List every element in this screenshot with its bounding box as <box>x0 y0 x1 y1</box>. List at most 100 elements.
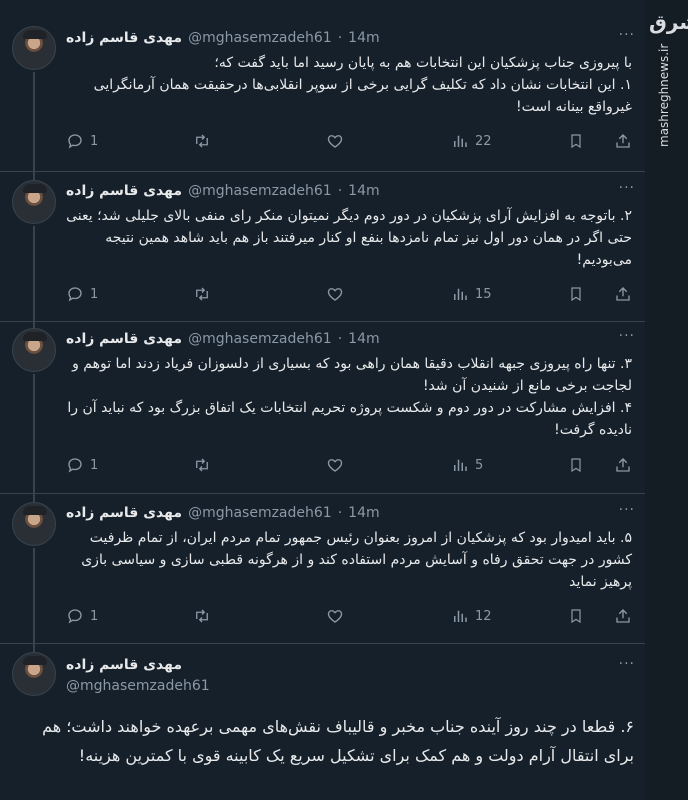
like-button[interactable] <box>326 285 344 303</box>
author-name[interactable]: مهدی قاسم زاده <box>66 657 182 673</box>
reply-icon <box>68 134 82 149</box>
separator-dot: · <box>337 331 343 347</box>
heart-icon <box>327 610 343 623</box>
avatar[interactable] <box>12 26 56 70</box>
reply-button[interactable]: 1 <box>66 456 98 474</box>
timestamp[interactable]: 14m <box>348 331 379 347</box>
reply-count: 1 <box>90 286 99 302</box>
author-name[interactable]: مهدی قاسم زاده <box>66 183 182 199</box>
reply-count: 1 <box>90 457 99 473</box>
reply-button[interactable]: 1 <box>66 285 98 303</box>
focused-tweet[interactable]: مهدی قاسم زاده @mghasemzadeh61 ··· ۶. قط… <box>0 644 645 800</box>
like-button[interactable] <box>326 607 344 625</box>
tweet-header: مهدی قاسم زاده @mghasemzadeh61 · 14m ··· <box>66 502 635 524</box>
action-bar: 1 22 <box>66 131 632 151</box>
views-icon <box>454 610 467 622</box>
author-handle[interactable]: @mghasemzadeh61 <box>188 30 332 46</box>
share-button[interactable] <box>614 607 632 625</box>
retweet-icon <box>196 287 208 301</box>
retweet-button[interactable] <box>192 132 212 150</box>
author-name[interactable]: مهدی قاسم زاده <box>66 331 182 347</box>
thread-connector <box>33 172 35 180</box>
retweet-button[interactable] <box>192 285 212 303</box>
retweet-icon <box>196 134 208 148</box>
more-options-icon[interactable]: ··· <box>619 27 635 43</box>
avatar[interactable] <box>12 180 56 224</box>
more-options-icon[interactable]: ··· <box>619 502 635 518</box>
views-icon <box>454 288 467 300</box>
thread-connector <box>33 548 35 644</box>
separator-dot: · <box>337 505 343 521</box>
bookmark-button[interactable] <box>568 607 584 625</box>
reply-button[interactable]: 1 <box>66 132 98 150</box>
share-icon <box>616 134 630 148</box>
share-button[interactable] <box>614 285 632 303</box>
views-icon <box>454 135 467 147</box>
tweet-text: ۲. باتوجه به افزایش آرای پزشکیان در دور … <box>66 208 632 268</box>
share-button[interactable] <box>614 132 632 150</box>
author-name[interactable]: مهدی قاسم زاده <box>66 30 182 46</box>
tweet[interactable]: مهدی قاسم زاده @mghasemzadeh61 · 14m ···… <box>0 494 645 644</box>
share-icon <box>616 458 630 472</box>
like-button[interactable] <box>326 456 344 474</box>
timestamp[interactable]: 14m <box>348 505 379 521</box>
tweet-header: مهدی قاسم زاده @mghasemzadeh61 · 14m ··· <box>66 328 635 350</box>
thread-connector <box>33 374 35 494</box>
tweet[interactable]: مهدی قاسم زاده @mghasemzadeh61 · 14m ···… <box>0 172 645 322</box>
like-button[interactable] <box>326 132 344 150</box>
tweet-text: با پیروزی جناب پزشکیان این انتخابات هم ب… <box>93 55 632 115</box>
watermark-logo: مشرق <box>649 10 688 34</box>
bookmark-icon <box>571 134 581 149</box>
separator-dot: · <box>337 30 343 46</box>
author-handle[interactable]: @mghasemzadeh61 <box>188 505 332 521</box>
tweet[interactable]: مهدی قاسم زاده @mghasemzadeh61 · 14m ···… <box>0 0 645 172</box>
more-options-icon[interactable]: ··· <box>619 656 635 672</box>
share-icon <box>616 609 630 623</box>
retweet-button[interactable] <box>192 607 212 625</box>
retweet-icon <box>196 458 208 472</box>
timestamp[interactable]: 14m <box>348 30 379 46</box>
bookmark-button[interactable] <box>568 456 584 474</box>
action-bar: 1 12 <box>66 606 632 626</box>
views-count: 15 <box>475 286 492 302</box>
reply-icon <box>68 287 82 302</box>
reply-button[interactable]: 1 <box>66 607 98 625</box>
avatar[interactable] <box>12 328 56 372</box>
avatar[interactable] <box>12 502 56 546</box>
tweet-text: ۵. باید امیدوار بود که پزشکیان از امروز … <box>81 530 632 590</box>
thread-connector <box>33 322 35 328</box>
reply-icon <box>68 458 82 473</box>
thread-connector <box>33 494 35 502</box>
tweet-thread: مهدی قاسم زاده @mghasemzadeh61 · 14m ···… <box>0 0 645 800</box>
timestamp[interactable]: 14m <box>348 183 379 199</box>
thread-connector <box>33 644 35 652</box>
views-count: 12 <box>475 608 492 624</box>
heart-icon <box>327 135 343 148</box>
author-handle[interactable]: @mghasemzadeh61 <box>188 331 332 347</box>
views-button[interactable]: 22 <box>451 132 492 150</box>
views-button[interactable]: 15 <box>451 285 492 303</box>
share-button[interactable] <box>614 456 632 474</box>
bookmark-icon <box>571 609 581 624</box>
thread-connector <box>33 226 35 322</box>
more-options-icon[interactable]: ··· <box>619 328 635 344</box>
reply-icon <box>68 609 82 624</box>
views-button[interactable]: 12 <box>451 607 492 625</box>
retweet-icon <box>196 609 208 623</box>
avatar[interactable] <box>12 652 56 696</box>
views-button[interactable]: 5 <box>451 456 483 474</box>
action-bar: 1 5 <box>66 455 632 475</box>
author-handle[interactable]: @mghasemzadeh61 <box>66 678 210 694</box>
retweet-button[interactable] <box>192 456 212 474</box>
views-icon <box>454 459 467 471</box>
more-options-icon[interactable]: ··· <box>619 180 635 196</box>
separator-dot: · <box>337 183 343 199</box>
tweet[interactable]: مهدی قاسم زاده @mghasemzadeh61 · 14m ···… <box>0 322 645 494</box>
bookmark-button[interactable] <box>568 132 584 150</box>
tweet-text: ۳. تنها راه پیروزی جبهه انقلاب دقیقا هما… <box>67 356 632 438</box>
author-handle[interactable]: @mghasemzadeh61 <box>188 183 332 199</box>
bookmark-icon <box>571 287 581 302</box>
bookmark-icon <box>571 458 581 473</box>
bookmark-button[interactable] <box>568 285 584 303</box>
author-name[interactable]: مهدی قاسم زاده <box>66 505 182 521</box>
